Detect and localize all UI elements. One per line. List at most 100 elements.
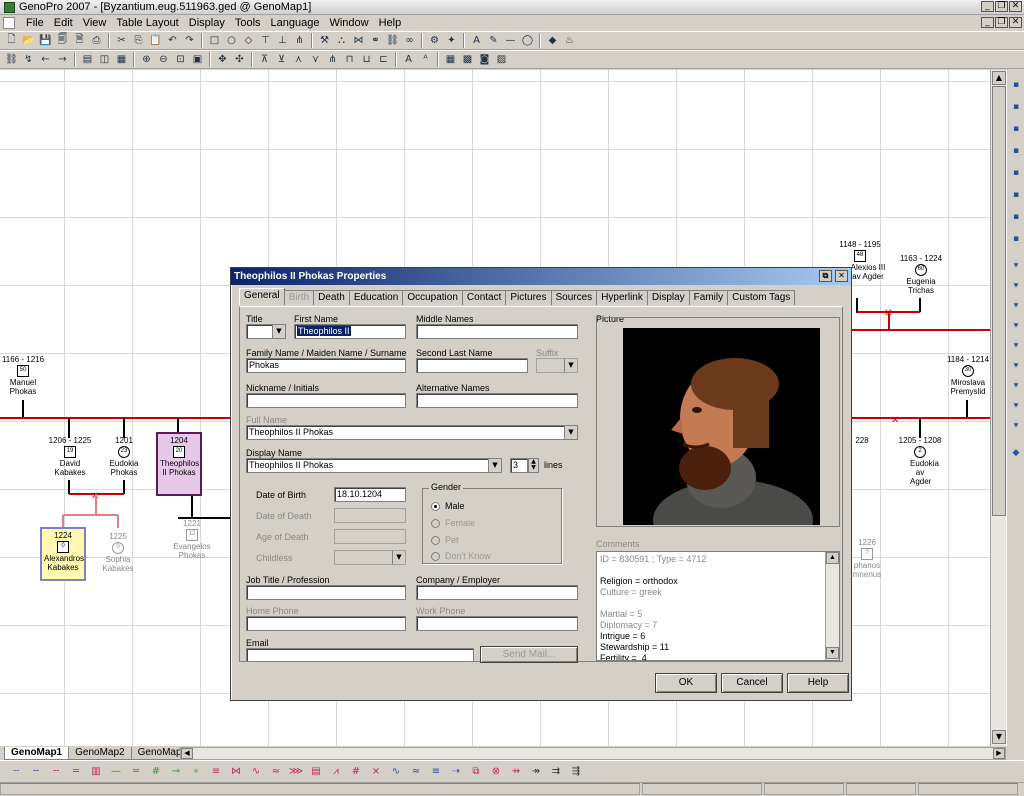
tab-education[interactable]: Education xyxy=(348,290,404,305)
line-red-grid-icon[interactable]: ▥ xyxy=(88,766,104,777)
doc-minimize-icon[interactable]: _ xyxy=(981,17,994,28)
line-red-box-icon[interactable]: ▤ xyxy=(308,766,324,777)
add-family-icon[interactable]: ⊤ xyxy=(258,33,273,48)
add-pet-icon[interactable]: ◇ xyxy=(241,33,256,48)
pan-icon[interactable]: ✣ xyxy=(232,52,247,67)
nickname-field[interactable] xyxy=(246,393,406,408)
line-green-double-icon[interactable]: ═ xyxy=(128,766,144,777)
menu-file[interactable]: File xyxy=(21,17,49,29)
line-red-arrow-icon[interactable]: ⇸ xyxy=(508,766,524,777)
side-tool-15-icon[interactable]: ⯆ xyxy=(1009,380,1023,394)
side-tool-13-icon[interactable]: ⯆ xyxy=(1009,340,1023,354)
print-icon[interactable]: ⎙ xyxy=(89,33,104,48)
person-manuel[interactable]: 1166 - 1216 50 Manuel Phokas xyxy=(0,355,46,396)
font-icon[interactable]: A xyxy=(401,52,416,67)
grid-icon[interactable]: ▦ xyxy=(443,52,458,67)
email-field[interactable] xyxy=(246,648,474,662)
reports-icon[interactable]: ▦ xyxy=(114,52,129,67)
redo-icon[interactable]: ↷ xyxy=(182,33,197,48)
line-red-link-icon[interactable]: ⧉ xyxy=(468,766,484,777)
split-view-icon[interactable]: ◫ xyxy=(97,52,112,67)
side-tool-4-icon[interactable]: ▪ xyxy=(1009,144,1023,158)
line-arrow2-icon[interactable]: ⇉ xyxy=(548,766,564,777)
display-name-select[interactable]: Theophilos II Phokas ▼ xyxy=(246,458,502,473)
comments-textarea[interactable]: ID = 830591 ; Type = 4712 Religion = ort… xyxy=(596,551,840,661)
side-tool-14-icon[interactable]: ⯆ xyxy=(1009,360,1023,374)
person-david[interactable]: 1206 - 1225 19 David Kabakes xyxy=(46,436,94,477)
menu-tools[interactable]: Tools xyxy=(230,17,266,29)
line-blue-wave2-icon[interactable]: ≈ xyxy=(408,766,424,777)
childless-select[interactable]: ▼ xyxy=(334,550,406,565)
highlight-icon[interactable]: ◙ xyxy=(477,52,492,67)
scroll-down-icon[interactable]: ▼ xyxy=(992,730,1006,744)
descendants-icon[interactable]: ⋈ xyxy=(351,33,366,48)
line-green-solid-icon[interactable]: — xyxy=(108,766,124,777)
comments-scrollbar[interactable]: ▲ ▼ xyxy=(825,552,839,660)
cut-icon[interactable]: ✂ xyxy=(114,33,129,48)
copy-icon[interactable]: ⎘ xyxy=(131,33,146,48)
line-red-dashed-icon[interactable]: ╌ xyxy=(48,766,64,777)
add-male-icon[interactable]: □ xyxy=(207,33,222,48)
side-tool-1-icon[interactable]: ▪ xyxy=(1009,78,1023,92)
full-name-select[interactable]: Theophilos II Phokas ▼ xyxy=(246,425,578,440)
connect-icon[interactable]: ⚭ xyxy=(368,33,383,48)
layout-4-icon[interactable]: ⋎ xyxy=(308,52,323,67)
first-name-field[interactable]: Theophilos II xyxy=(294,324,406,339)
line-red-wave-icon[interactable]: ∿ xyxy=(248,766,264,777)
tab-death[interactable]: Death xyxy=(313,290,350,305)
line-red-bars-icon[interactable]: ≡ xyxy=(208,766,224,777)
person-theophilos-selected[interactable]: 1204 20 Theophilos II Phokas xyxy=(156,432,202,496)
menu-window[interactable]: Window xyxy=(324,17,373,29)
suffix-select[interactable]: ▼ xyxy=(536,358,578,373)
person-eugenia[interactable]: 1163 - 1224 60 Eugenia Trichas xyxy=(896,254,946,295)
text-label-icon[interactable]: A xyxy=(469,33,484,48)
menu-language[interactable]: Language xyxy=(266,17,325,29)
paste-icon[interactable]: 📋 xyxy=(148,33,163,48)
tree-layout-icon[interactable]: ⛬ xyxy=(334,33,349,48)
save-icon[interactable]: 💾 xyxy=(38,33,53,48)
tab-genomap2[interactable]: GenoMap2 xyxy=(68,747,132,760)
job-title-field[interactable] xyxy=(246,585,406,600)
person-partial-228[interactable]: 228 xyxy=(852,436,872,445)
twins-icon[interactable]: ∞ xyxy=(402,33,417,48)
line-red-double-icon[interactable]: ═ xyxy=(68,766,84,777)
tab-display[interactable]: Display xyxy=(646,290,690,305)
line-blue-wave-icon[interactable]: ∿ xyxy=(388,766,404,777)
line-blue-bars-icon[interactable]: ≡ xyxy=(428,766,444,777)
layout-7-icon[interactable]: ⊔ xyxy=(359,52,374,67)
zoom-page-icon[interactable]: ▣ xyxy=(190,52,205,67)
ellipse-icon[interactable]: ◯ xyxy=(520,33,535,48)
side-tool-16-icon[interactable]: ⯆ xyxy=(1009,400,1023,414)
page-setup-icon[interactable]: 🗎 xyxy=(72,33,87,48)
tools-icon[interactable]: ⚙ xyxy=(427,33,442,48)
line-dotted-icon[interactable]: ┈ xyxy=(8,766,24,777)
vertical-scrollbar[interactable]: ▲ ▼ xyxy=(990,70,1006,746)
side-tool-10-icon[interactable]: ⯆ xyxy=(1009,280,1023,294)
line-arrow3-icon[interactable]: ⇶ xyxy=(568,766,584,777)
side-tool-5-icon[interactable]: ▪ xyxy=(1009,166,1023,180)
person-miroslava[interactable]: 1184 - 1214 30 Miroslava Premyslid xyxy=(944,355,990,396)
menu-display[interactable]: Display xyxy=(184,17,230,29)
lines-field[interactable]: 3 xyxy=(510,458,528,473)
title-select[interactable]: ▼ xyxy=(246,324,286,339)
tab-hyperlink[interactable]: Hyperlink xyxy=(596,290,648,305)
line-red-wave3-icon[interactable]: ⋙ xyxy=(288,766,304,777)
side-tool-18-icon[interactable]: ◆ xyxy=(1009,446,1023,460)
side-tool-9-icon[interactable]: ⯆ xyxy=(1009,260,1023,274)
tab-custom-tags[interactable]: Custom Tags xyxy=(727,290,796,305)
line-icon[interactable]: — xyxy=(503,33,518,48)
line-red-zig-icon[interactable]: ⋈ xyxy=(228,766,244,777)
scroll-up-icon[interactable]: ▲ xyxy=(826,552,839,564)
line-red-link2-icon[interactable]: ⊗ xyxy=(488,766,504,777)
person-evangelos[interactable]: 1221 12 Evangelos Phokas xyxy=(170,519,214,560)
navigate-icon[interactable]: ✥ xyxy=(215,52,230,67)
side-tool-17-icon[interactable]: ⯆ xyxy=(1009,420,1023,434)
tab-pictures[interactable]: Pictures xyxy=(505,290,552,305)
minimize-icon[interactable]: _ xyxy=(981,1,994,12)
back-icon[interactable]: ← xyxy=(38,52,53,67)
person-alexandros-highlighted[interactable]: 1224 0 Alexandros Kabakes xyxy=(40,527,86,581)
fill-icon[interactable]: ◆ xyxy=(545,33,560,48)
settings-icon[interactable]: ✦ xyxy=(444,33,459,48)
wand-icon[interactable]: ⚒ xyxy=(317,33,332,48)
tab-genomap1[interactable]: GenoMap1 xyxy=(4,747,70,760)
